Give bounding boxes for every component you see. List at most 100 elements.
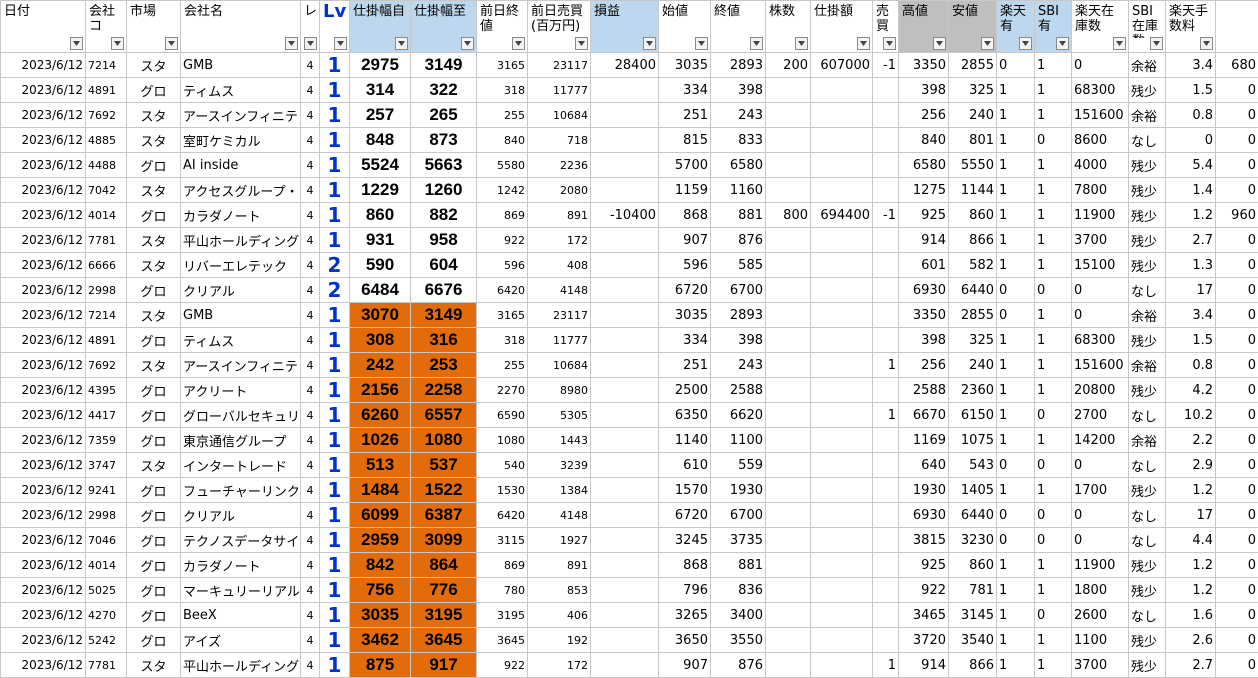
cell-code[interactable]: 7214 [85,52,127,78]
cell-code[interactable]: 4488 [85,152,127,178]
cell-lv[interactable]: 1 [319,352,350,378]
cell-s-has[interactable]: 1 [1034,77,1072,103]
cell-s-has[interactable]: 1 [1034,102,1072,128]
cell-re[interactable]: 4 [300,177,320,203]
cell-to[interactable]: 265 [410,102,477,128]
column-header-18[interactable]: 楽天有 [996,0,1035,53]
cell-pnl[interactable] [590,627,659,653]
filter-dropdown-icon[interactable] [285,37,298,50]
cell-s-stock[interactable]: 残少 [1128,327,1166,353]
cell-market[interactable]: スタ [126,127,181,153]
cell-pnl[interactable] [590,577,659,603]
cell-date[interactable]: 2023/6/12 [0,227,86,253]
filter-dropdown-icon[interactable] [795,37,808,50]
cell-shares[interactable] [765,102,811,128]
cell-close[interactable]: 2893 [710,52,766,78]
cell-market[interactable]: スタ [126,177,181,203]
cell-low[interactable]: 2855 [948,302,997,328]
cell-high[interactable]: 6930 [898,277,949,303]
cell-s-fee[interactable]: 0 [1215,502,1258,528]
cell-from[interactable]: 590 [349,252,411,278]
cell-r-fee[interactable]: 2.7 [1165,227,1216,253]
cell-re[interactable]: 4 [300,452,320,478]
cell-side[interactable] [872,252,899,278]
cell-lv[interactable]: 1 [319,102,350,128]
cell-s-fee[interactable]: 0 [1215,252,1258,278]
cell-from[interactable]: 842 [349,552,411,578]
cell-prev[interactable]: 780 [476,577,528,603]
cell-market[interactable]: スタ [126,227,181,253]
cell-date[interactable]: 2023/6/12 [0,652,86,678]
cell-from[interactable]: 308 [349,327,411,353]
cell-code[interactable]: 7042 [85,177,127,203]
cell-name[interactable]: アースインフィニテ [180,352,301,378]
cell-market[interactable]: グロ [126,502,181,528]
cell-name[interactable]: インタートレード [180,452,301,478]
cell-s-stock[interactable]: 残少 [1128,227,1166,253]
cell-code[interactable]: 9241 [85,477,127,503]
cell-r-fee[interactable]: 3.4 [1165,52,1216,78]
cell-from[interactable]: 860 [349,202,411,228]
cell-high[interactable]: 398 [898,327,949,353]
cell-shares[interactable] [765,252,811,278]
cell-r-has[interactable]: 1 [996,552,1035,578]
cell-low[interactable]: 5550 [948,152,997,178]
cell-name[interactable]: ティムス [180,77,301,103]
cell-amount[interactable] [810,502,873,528]
cell-pnl[interactable]: 28400 [590,52,659,78]
cell-open[interactable]: 1140 [658,427,711,453]
cell-r-stock[interactable]: 1800 [1071,577,1129,603]
cell-pnl[interactable] [590,602,659,628]
cell-date[interactable]: 2023/6/12 [0,552,86,578]
cell-r-stock[interactable]: 2700 [1071,402,1129,428]
cell-shares[interactable] [765,477,811,503]
cell-low[interactable]: 2855 [948,52,997,78]
cell-from[interactable]: 1026 [349,427,411,453]
cell-from[interactable]: 242 [349,352,411,378]
cell-low[interactable]: 1075 [948,427,997,453]
cell-shares[interactable] [765,502,811,528]
cell-s-stock[interactable]: 残少 [1128,577,1166,603]
cell-market[interactable]: グロ [126,77,181,103]
column-header-3[interactable]: 会社名 [180,0,301,53]
cell-s-stock[interactable]: 余裕 [1128,427,1166,453]
cell-s-has[interactable]: 1 [1034,552,1072,578]
cell-s-stock[interactable]: なし [1128,452,1166,478]
cell-code[interactable]: 7046 [85,527,127,553]
cell-lv[interactable]: 2 [319,277,350,303]
cell-r-fee[interactable]: 17 [1165,277,1216,303]
cell-market[interactable]: グロ [126,377,181,403]
cell-lv[interactable]: 1 [319,327,350,353]
cell-re[interactable]: 4 [300,377,320,403]
cell-r-stock[interactable]: 11900 [1071,552,1129,578]
cell-close[interactable]: 1100 [710,427,766,453]
cell-open[interactable]: 3245 [658,527,711,553]
filter-dropdown-icon[interactable] [334,37,347,50]
cell-lv[interactable]: 1 [319,627,350,653]
cell-side[interactable]: -1 [872,202,899,228]
cell-from[interactable]: 848 [349,127,411,153]
cell-r-has[interactable]: 1 [996,327,1035,353]
cell-r-stock[interactable]: 0 [1071,52,1129,78]
cell-s-stock[interactable]: 余裕 [1128,102,1166,128]
filter-dropdown-icon[interactable] [981,37,994,50]
cell-r-has[interactable]: 1 [996,202,1035,228]
cell-close[interactable]: 398 [710,77,766,103]
cell-s-fee[interactable]: 0 [1215,127,1258,153]
cell-r-stock[interactable]: 14200 [1071,427,1129,453]
cell-side[interactable] [872,377,899,403]
cell-amount[interactable] [810,152,873,178]
cell-code[interactable]: 7692 [85,102,127,128]
cell-re[interactable]: 4 [300,252,320,278]
cell-from[interactable]: 513 [349,452,411,478]
cell-date[interactable]: 2023/6/12 [0,477,86,503]
cell-r-fee[interactable]: 2.2 [1165,427,1216,453]
cell-s-stock[interactable]: 余裕 [1128,352,1166,378]
cell-re[interactable]: 4 [300,552,320,578]
cell-high[interactable]: 925 [898,552,949,578]
cell-vol[interactable]: 2236 [527,152,591,178]
cell-close[interactable]: 1160 [710,177,766,203]
filter-dropdown-icon[interactable] [395,37,408,50]
cell-close[interactable]: 881 [710,552,766,578]
cell-market[interactable]: グロ [126,202,181,228]
